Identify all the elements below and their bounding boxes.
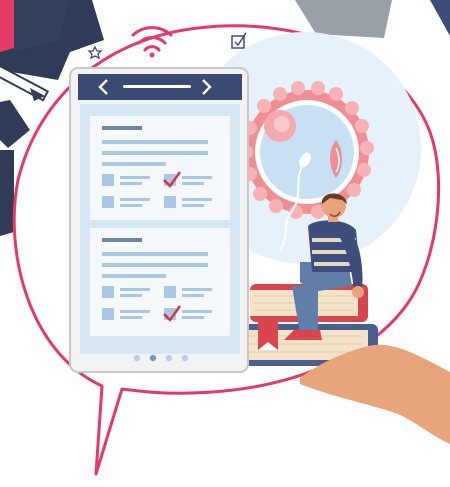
fertility-illustration — [0, 0, 450, 476]
illustration-canvas — [0, 0, 450, 487]
wifi-icon — [131, 26, 173, 58]
tablet-device — [69, 67, 249, 373]
questionnaire-card-2 — [90, 228, 230, 336]
questionnaire-card-1 — [90, 116, 230, 220]
checkbox-icon — [231, 32, 247, 49]
star-icon — [87, 45, 103, 60]
top-right-fragment — [295, 0, 450, 38]
